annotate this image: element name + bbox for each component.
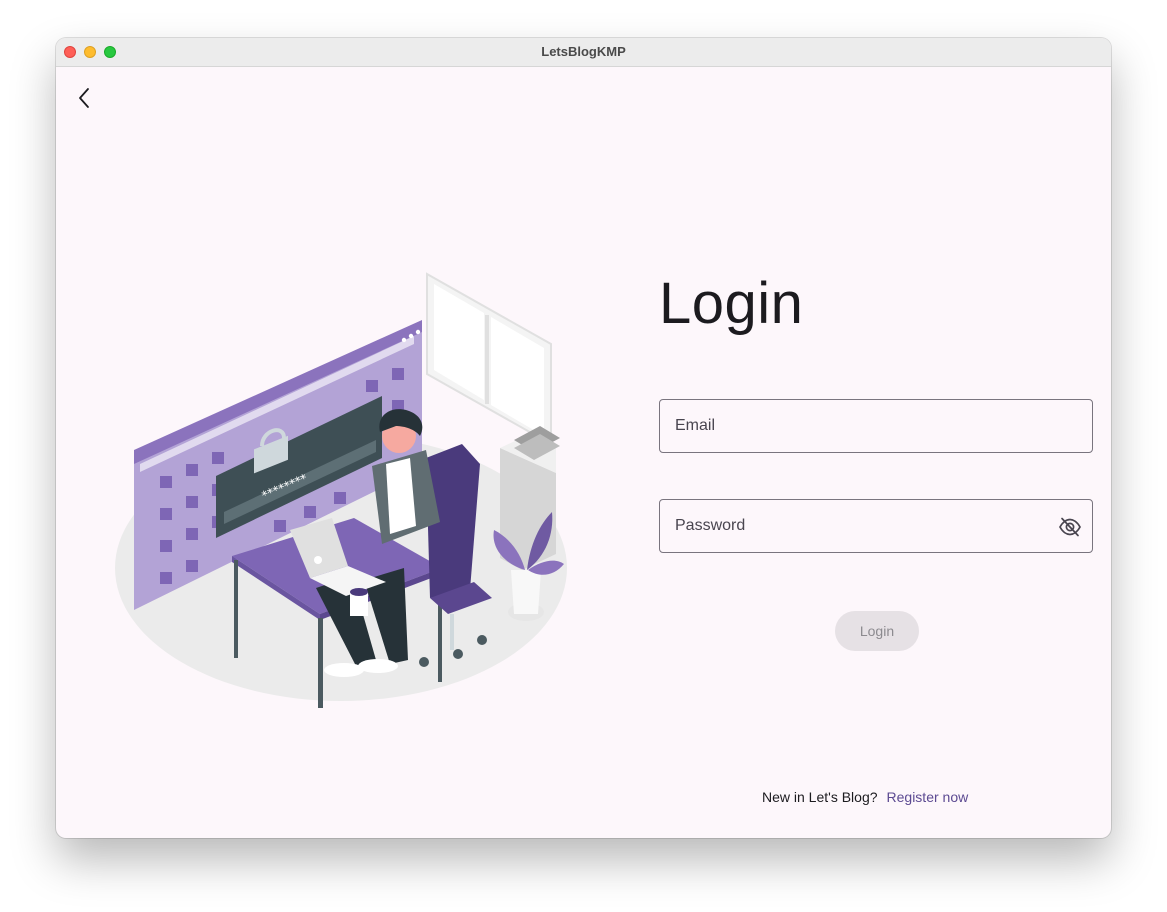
login-button[interactable]: Login — [835, 611, 919, 651]
register-now-link[interactable]: Register now — [887, 789, 969, 805]
app-window: LetsBlogKMP ******** Login Email Login N… — [56, 38, 1111, 838]
password-input[interactable] — [660, 500, 1092, 552]
chevron-left-icon — [79, 88, 89, 108]
back-button[interactable] — [72, 84, 96, 112]
register-prompt-row: New in Let's Blog? Register now — [762, 789, 968, 805]
register-prompt-text: New in Let's Blog? — [762, 789, 878, 805]
window-title: LetsBlogKMP — [541, 44, 626, 59]
page-title: Login — [659, 271, 804, 336]
eye-off-icon — [1059, 517, 1081, 537]
email-input[interactable] — [660, 400, 1092, 452]
login-illustration: ******** — [115, 272, 567, 708]
title-bar: LetsBlogKMP — [56, 38, 1111, 67]
toggle-password-visibility-button[interactable] — [1058, 515, 1082, 539]
password-field[interactable] — [659, 499, 1093, 553]
email-field[interactable] — [659, 399, 1093, 453]
